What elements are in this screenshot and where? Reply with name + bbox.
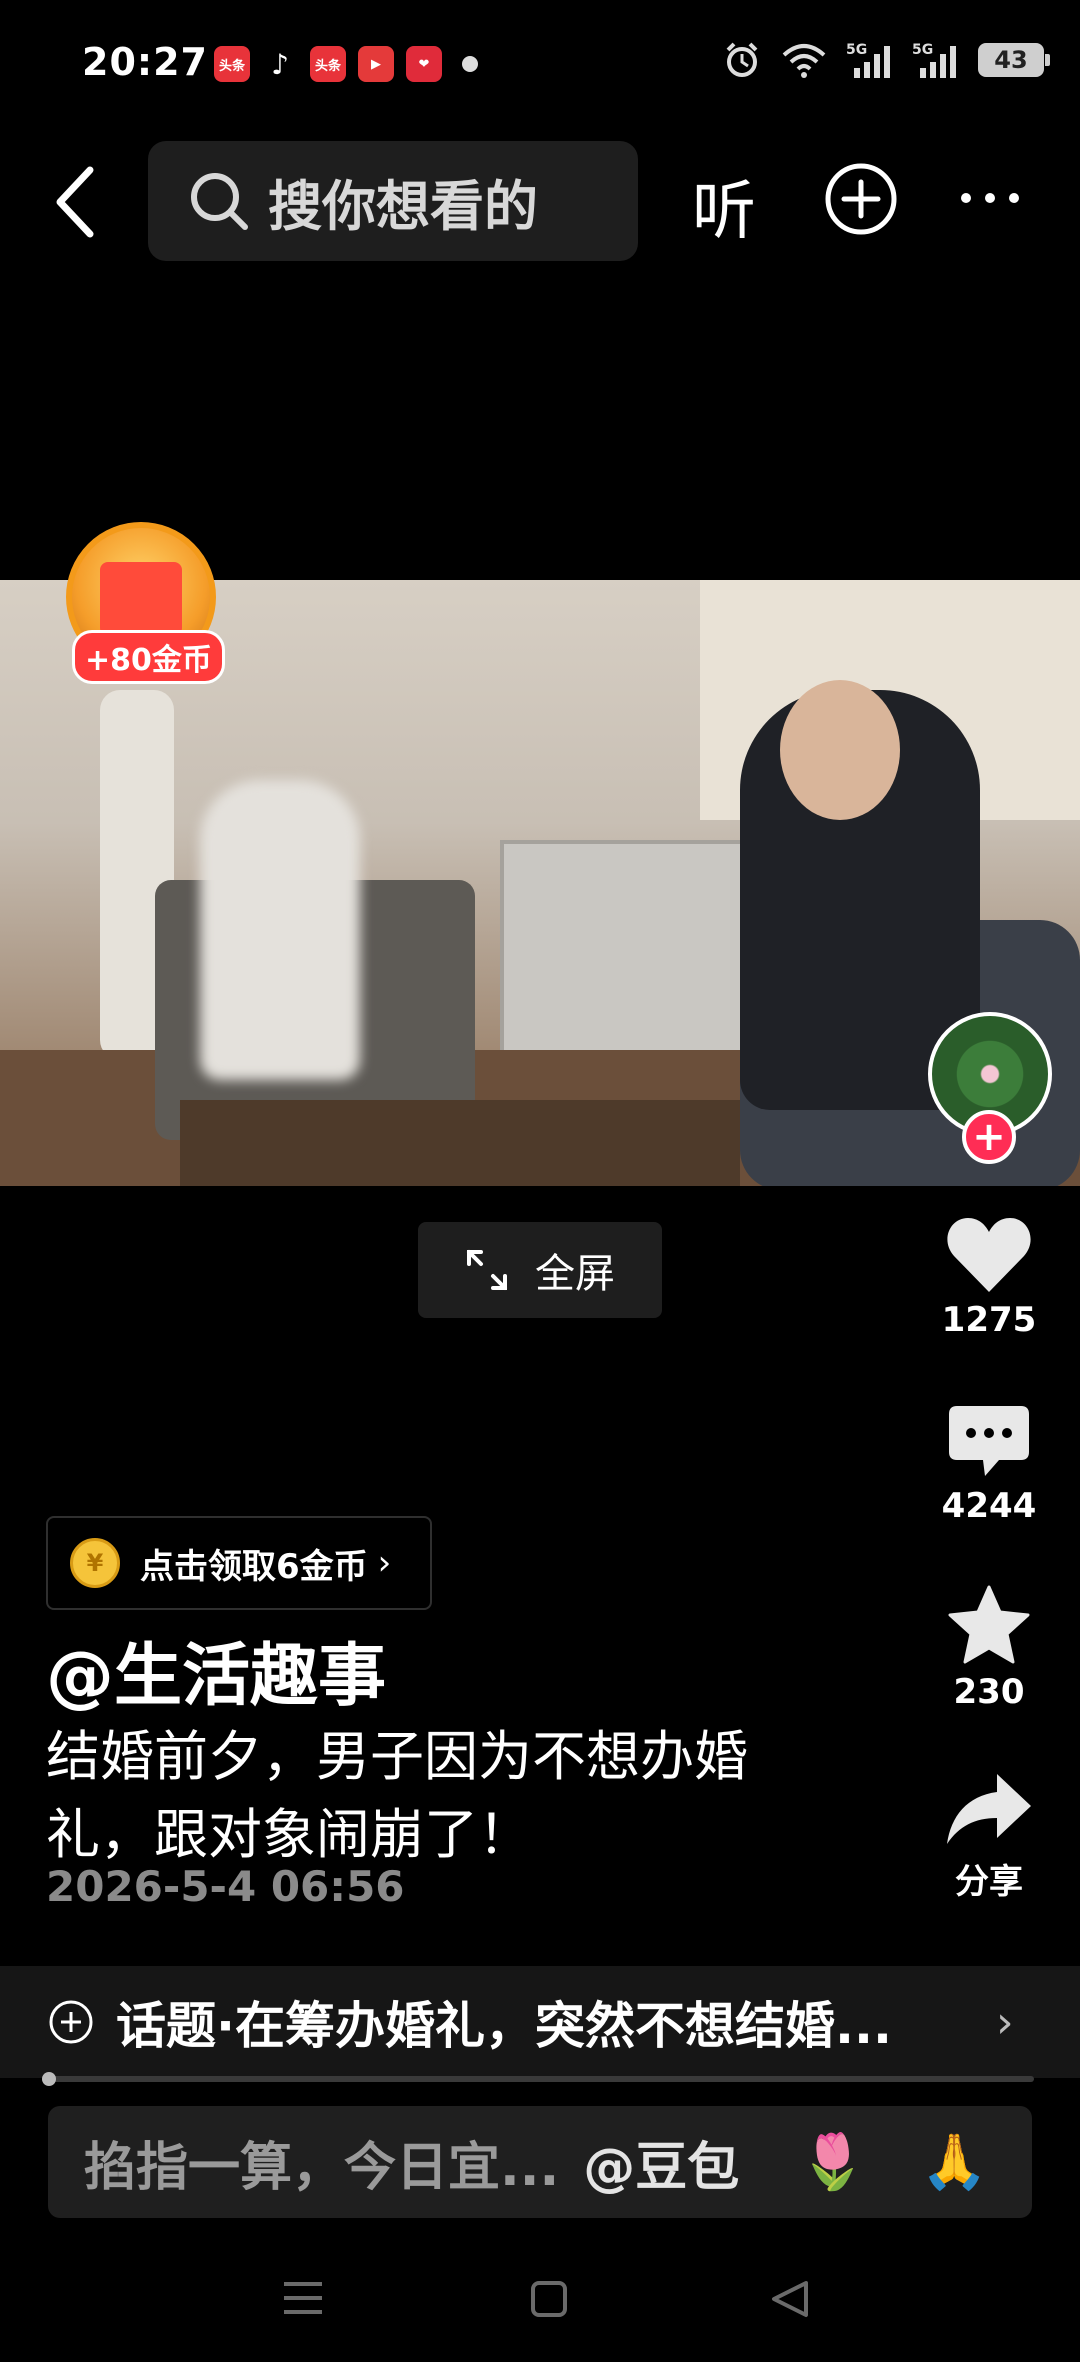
- more-options-button[interactable]: [958, 188, 1022, 208]
- video-scene-cabinet: [500, 840, 780, 1080]
- claim-coins-label: 点击领取6金币: [140, 1546, 368, 1587]
- star-icon: [948, 1585, 1030, 1664]
- status-app-icons: 头条 ♪ 头条 ▶ ❤: [214, 46, 478, 82]
- post-date: 2026-5-4 06:56: [46, 1862, 405, 1911]
- home-icon[interactable]: [530, 2280, 568, 2318]
- status-bar: 20:27 头条 ♪ 头条 ▶ ❤ 5G 5G 43: [0, 0, 1080, 130]
- red-envelope-icon: [100, 562, 182, 636]
- pray-emoji-button[interactable]: 🙏: [921, 2130, 988, 2194]
- video-app-icon: ▶: [358, 46, 394, 82]
- post-description: 结婚前夕，男子因为不想办婚礼，跟对象闹崩了！: [46, 1725, 748, 1866]
- search-bar[interactable]: 搜你想看的: [148, 141, 638, 261]
- toutiao-app-icon: 头条: [214, 46, 250, 82]
- tiktok-app-icon: ♪: [271, 47, 289, 81]
- share-arrow-icon: [947, 1774, 1031, 1844]
- gold-coin-icon: ¥: [70, 1538, 120, 1588]
- back-nav-icon[interactable]: [770, 2280, 810, 2318]
- fullscreen-label: 全屏: [535, 1251, 615, 1297]
- topic-label: 话题·在筹办婚礼，突然不想结婚...: [116, 1997, 892, 2055]
- favorite-count: 230: [953, 1672, 1025, 1712]
- search-placeholder: 搜你想看的: [268, 174, 538, 238]
- ask-input[interactable]: 掐指一算，今日宜... @豆包 🌷 🙏: [48, 2106, 1032, 2218]
- fullscreen-button[interactable]: 全屏: [418, 1222, 662, 1318]
- chevron-right-icon: ›: [377, 1543, 392, 1583]
- favorite-button[interactable]: 230: [930, 1584, 1048, 1712]
- alarm-icon: [726, 42, 758, 77]
- comment-button[interactable]: 4244: [930, 1404, 1048, 1526]
- comment-count: 4244: [941, 1486, 1037, 1526]
- expand-icon: [467, 1250, 507, 1290]
- signal-icon-1: 5G: [846, 42, 890, 78]
- signal-icon-2: 5G: [912, 42, 956, 78]
- coin-reward-badge[interactable]: +80金币: [66, 522, 225, 684]
- system-nav-bar: [0, 2260, 1080, 2360]
- ask-placeholder: 掐指一算，今日宜...: [84, 2137, 560, 2198]
- svg-text:5G: 5G: [912, 42, 933, 58]
- video-scene-table: [180, 1100, 740, 1186]
- back-button[interactable]: [48, 162, 102, 242]
- notification-dot-icon: [462, 56, 478, 72]
- svg-text:5G: 5G: [846, 42, 867, 58]
- status-time: 20:27: [82, 40, 208, 84]
- video-progress-handle[interactable]: [42, 2072, 56, 2086]
- share-button[interactable]: 分享: [930, 1770, 1048, 1903]
- ask-mention: @豆包: [583, 2137, 740, 2198]
- follow-button[interactable]: +: [962, 1110, 1016, 1164]
- like-count: 1275: [941, 1300, 1037, 1340]
- toutiao-app-icon-2: 头条: [310, 46, 346, 82]
- add-topic-icon: [49, 2000, 93, 2044]
- heart-icon: [947, 1218, 1031, 1292]
- search-icon: [191, 173, 248, 230]
- coin-badge-label: +80金币: [72, 630, 225, 684]
- like-button[interactable]: 1275: [930, 1216, 1048, 1340]
- listen-button[interactable]: 听: [692, 160, 756, 252]
- share-label: 分享: [955, 1862, 1023, 1902]
- video-scene-person-left: [200, 780, 360, 1080]
- claim-coins-button[interactable]: ¥ 点击领取6金币 ›: [46, 1516, 432, 1610]
- menu-icon[interactable]: [282, 2280, 324, 2316]
- add-button[interactable]: [824, 162, 898, 236]
- chevron-right-icon: ›: [996, 1996, 1014, 2048]
- comment-icon: [949, 1406, 1029, 1476]
- heart-app-icon: ❤: [406, 46, 442, 82]
- author-name[interactable]: @生活趣事: [46, 1620, 386, 1719]
- topic-bar[interactable]: 话题·在筹办婚礼，突然不想结婚... ›: [0, 1966, 1080, 2078]
- battery-indicator: 43: [978, 43, 1050, 77]
- video-progress-bar[interactable]: [46, 2076, 1034, 2082]
- video-scene-head: [780, 680, 900, 820]
- status-indicators: 5G 5G 43: [722, 40, 1050, 80]
- wifi-icon: [782, 44, 826, 78]
- tulip-emoji-button[interactable]: 🌷: [799, 2130, 866, 2194]
